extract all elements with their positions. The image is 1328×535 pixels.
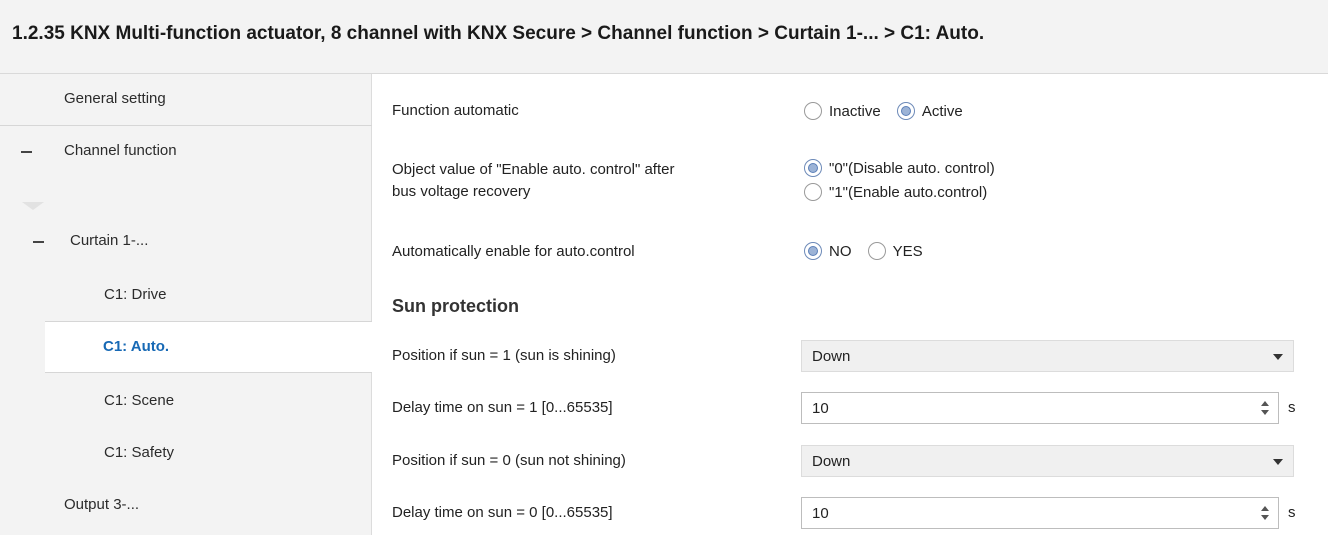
sidebar-item-c1-auto[interactable]: C1: Auto. [45,321,372,373]
function-automatic-radio-group: Inactive Active [804,102,975,124]
radio-circle [804,159,822,177]
sidebar-item-label: Channel function [64,142,177,159]
input-value: 10 [812,505,829,522]
label-line: Object value of "Enable auto. control" a… [392,161,675,178]
sidebar-item-label: C1: Scene [104,392,175,409]
delay-sun1-label: Delay time on sun = 1 [0...65535] [392,399,613,416]
radio-label: "0"(Disable auto. control) [829,159,995,177]
pos-sun1-select[interactable]: Down [801,340,1294,372]
delay-sun1-input[interactable]: 10 [801,392,1279,424]
sidebar-item-general-setting[interactable]: General setting [0,74,372,126]
sidebar: General setting Channel function Curtain… [0,74,372,535]
radio-circle [804,242,822,260]
auto-enable-radio-group: NO YES [804,242,935,264]
enable-auto-object-radio-group: "0"(Disable auto. control) "1"(Enable au… [804,159,1007,207]
delay-sun0-label: Delay time on sun = 0 [0...65535] [392,504,613,521]
radio-no[interactable]: NO [804,242,852,260]
sidebar-item-output[interactable]: Output 3-... [0,480,372,532]
delay-sun0-input[interactable]: 10 [801,497,1279,529]
delay-sun1-unit: s [1288,399,1296,416]
parameter-panel: Function automatic Inactive Active Objec… [372,74,1328,535]
spin-down-icon[interactable] [1261,410,1269,415]
header-bar: 1.2.35 KNX Multi-function actuator, 8 ch… [0,0,1328,74]
select-value: Down [812,348,851,365]
radio-active[interactable]: Active [896,102,963,120]
enable-auto-object-label: Object value of "Enable auto. control" a… [392,159,674,203]
chevron-down-icon [1273,354,1283,360]
input-value: 10 [812,400,829,417]
radio-label: NO [829,242,852,260]
sidebar-item-channel-function[interactable]: Channel function [0,126,372,178]
label-line: bus voltage recovery [392,183,531,200]
sidebar-item-label: C1: Drive [104,286,167,303]
sidebar-item-curtain[interactable]: Curtain 1-... [0,216,372,268]
function-automatic-label: Function automatic [392,102,519,119]
radio-circle [896,102,915,120]
radio-label: Inactive [829,102,881,120]
spin-up-icon[interactable] [1261,401,1269,406]
radio-circle [804,102,822,120]
collapse-icon[interactable] [21,151,32,153]
radio-yes[interactable]: YES [867,242,923,260]
pos-sun0-select[interactable]: Down [801,445,1294,477]
sidebar-item-c1-scene[interactable]: C1: Scene [0,376,372,428]
sidebar-item-c1-safety[interactable]: C1: Safety [0,428,372,480]
sidebar-item-label: Curtain 1-... [70,232,149,249]
delay-sun0-unit: s [1288,504,1296,521]
radio-label: Active [921,102,963,120]
select-value: Down [812,453,851,470]
radio-circle [804,183,822,201]
pos-sun0-label: Position if sun = 0 (sun not shining) [392,452,626,469]
radio-circle [867,242,886,260]
radio-label: "1"(Enable auto.control) [829,183,988,201]
radio-inactive[interactable]: Inactive [804,102,881,120]
chevron-down-icon [1273,459,1283,465]
radio-disable-auto[interactable]: "0"(Disable auto. control) [804,159,995,177]
pos-sun1-label: Position if sun = 1 (sun is shining) [392,347,616,364]
tree-pointer-icon [22,202,44,210]
sidebar-item-label: General setting [64,90,166,107]
sidebar-item-c1-drive[interactable]: C1: Drive [0,270,372,322]
breadcrumb-title: 1.2.35 KNX Multi-function actuator, 8 ch… [12,23,985,44]
sidebar-item-label: Output 3-... [64,496,140,513]
radio-label: YES [892,242,923,260]
section-title-sun-protection: Sun protection [392,296,519,316]
spin-up-icon[interactable] [1261,506,1269,511]
spin-down-icon[interactable] [1261,515,1269,520]
sidebar-item-label: C1: Auto. [103,338,170,355]
auto-enable-label: Automatically enable for auto.control [392,243,635,260]
collapse-icon[interactable] [33,241,44,243]
sidebar-item-label: C1: Safety [104,444,175,461]
radio-enable-auto[interactable]: "1"(Enable auto.control) [804,183,995,201]
